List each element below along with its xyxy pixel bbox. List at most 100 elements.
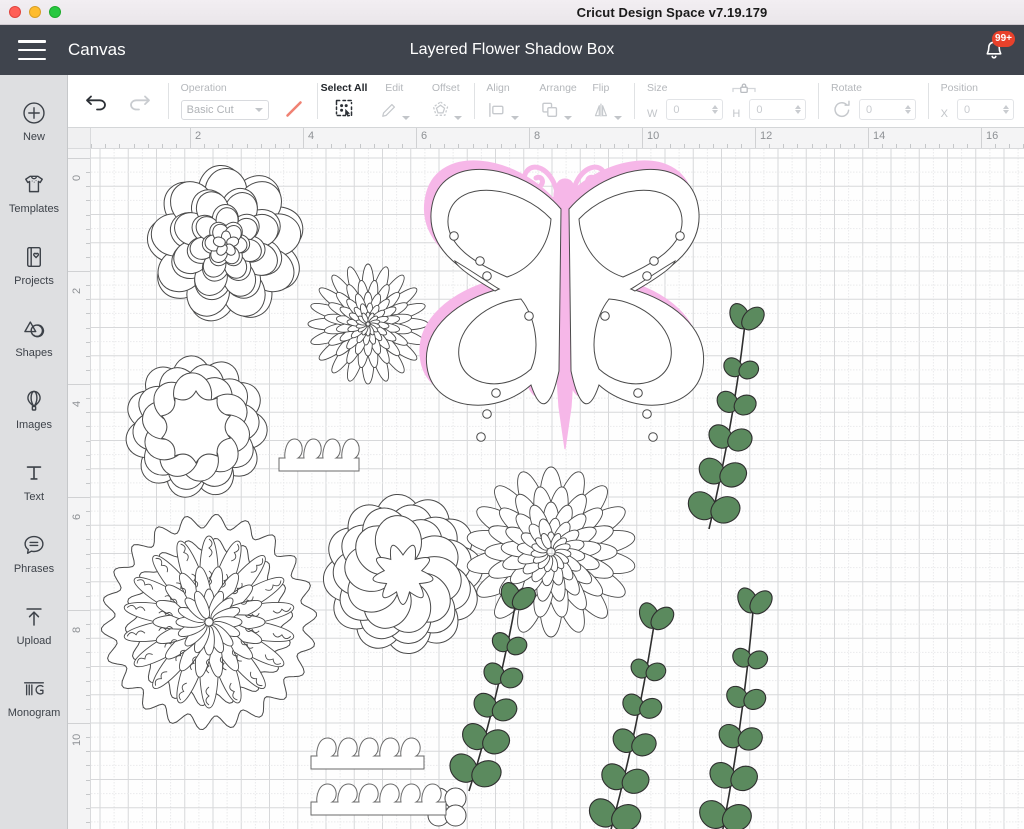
horizontal-ruler[interactable]: 0246810121416 [68,128,1024,149]
leaf-sprig-2-stem [610,626,655,829]
vertical-scrollbar[interactable] [1019,149,1024,829]
leaf-sprig-3[interactable] [694,585,777,829]
sidebar-item-label: Upload [16,634,52,647]
operation-group: Operation Basic Cut [171,75,315,127]
notifications-button[interactable]: 99+ [980,31,1015,66]
chevron-down-icon[interactable] [614,116,623,120]
chevron-down-icon[interactable] [453,116,462,120]
lock-closed-icon[interactable] [729,79,759,98]
ruler-tick-minor [627,144,629,148]
position-x-input[interactable]: 0 [957,99,1014,120]
sidebar-item-upload[interactable]: Upload [0,589,68,661]
vertical-ruler[interactable]: 0 2 4 6 8 10 [68,149,91,829]
ruler-tick-minor [161,144,163,148]
ruler-tick-minor [839,144,841,148]
chrysanthemum-flower[interactable] [307,263,429,385]
canvas-area: 0 2 4 6 8 10 12 14 16 0 2 4 6 8 10 [68,128,1024,829]
ruler-tick-label: 10 [71,733,83,746]
operation-select[interactable]: Basic Cut [180,100,269,120]
ruler-tick-minor [825,144,827,148]
speech-bubble-icon [24,535,44,554]
ruler-tick-minor [966,144,968,148]
leaf-sprig-2[interactable] [584,600,678,829]
rotate-value: 0 [866,103,873,116]
peony-flower[interactable] [146,164,309,327]
rotate-icon[interactable] [831,98,853,120]
petal-strip-large[interactable] [310,783,447,816]
chevron-down-icon[interactable] [511,116,520,120]
ruler-tick-minor [86,412,90,414]
align-left-icon[interactable] [486,100,508,120]
toolbar-divider [316,83,318,119]
sidebar-item-images[interactable]: Images [0,373,68,445]
sidebar-item-templates[interactable]: Templates [0,157,68,229]
ruler-tick-minor [373,144,375,148]
ruler-tick-minor [86,793,90,795]
arrange-group: Arrange [529,75,582,127]
sidebar-item-phrases[interactable]: Phrases [0,517,68,589]
ruler-tick-minor [105,144,107,148]
sidebar-item-new[interactable]: New [0,85,68,157]
dahlia-flower[interactable] [122,354,268,500]
petal-strip-small[interactable] [278,438,360,472]
ruler-tick-minor [86,525,90,527]
chevron-down-icon[interactable] [401,116,410,120]
offset-polygon-icon[interactable] [430,99,451,120]
ruler-tick-minor [86,779,90,781]
ruler-tick-minor [86,581,90,583]
petal-strip-medium[interactable] [310,737,425,770]
mandala-flower[interactable] [100,513,318,731]
ruler-tick-minor [684,144,686,148]
sidebar-item-monogram[interactable]: Monogram [0,661,68,733]
width-input[interactable]: 0 [666,99,724,120]
canvas-artwork[interactable] [91,149,1024,829]
height-input[interactable]: 0 [749,99,807,120]
ruler-tick-minor [119,144,121,148]
ruler-tick-minor [543,144,545,148]
ruler-tick-minor [853,144,855,148]
sidebar-item-label: Shapes [15,346,53,359]
butterfly-dot-12 [633,388,643,398]
hamburger-icon[interactable] [18,40,46,60]
butterfly-dot-5 [491,388,501,398]
height-stepper[interactable] [795,105,803,114]
left-sidebar: New Templates Projects Shapes Images Tex… [0,75,68,829]
flip-horizontal-icon[interactable] [592,100,611,120]
arrange-layers-icon[interactable] [539,100,561,120]
select-all-icon[interactable] [332,96,356,120]
sidebar-item-text[interactable]: Text [0,445,68,517]
width-stepper[interactable] [712,105,720,114]
butterfly-dot-6 [482,409,492,419]
canvas-viewport[interactable] [91,149,1024,829]
operation-color-swatch[interactable] [283,98,305,120]
ruler-tick-minor [86,567,90,569]
ruler-tick-minor [811,144,813,148]
width-value: 0 [673,103,680,116]
position-x-stepper[interactable] [1003,105,1011,114]
notification-badge: 99+ [992,31,1015,47]
rotate-stepper[interactable] [905,105,913,114]
sidebar-item-shapes[interactable]: Shapes [0,301,68,373]
ruler-tick-minor [86,228,90,230]
chevron-down-icon[interactable] [564,116,573,120]
rotate-input[interactable]: 0 [859,99,917,120]
window-title: Cricut Design Space v7.19.179 [576,4,768,20]
zinnia-flower[interactable] [466,466,636,638]
ruler-tick-minor [924,144,926,148]
sidebar-item-label: Text [23,490,45,503]
butterfly[interactable] [419,160,705,450]
undo-arrow-icon[interactable] [84,90,110,112]
sidebar-item-projects[interactable]: Projects [0,229,68,301]
ruler-tick-minor [514,144,516,148]
select-all-caption: Select All [320,82,368,94]
ruler-tick-label: 4 [308,130,315,142]
operation-caption: Operation [180,82,227,94]
toolbar-divider [818,83,820,119]
ruler-tick-minor [910,144,912,148]
redo-arrow-icon[interactable] [126,90,152,112]
ruler-tick-minor [783,144,785,148]
cloud-flower[interactable] [321,492,485,656]
pencil-icon[interactable] [379,100,399,120]
petal-strip-large-outline [310,783,447,816]
canvas-label[interactable]: Canvas [68,40,126,60]
